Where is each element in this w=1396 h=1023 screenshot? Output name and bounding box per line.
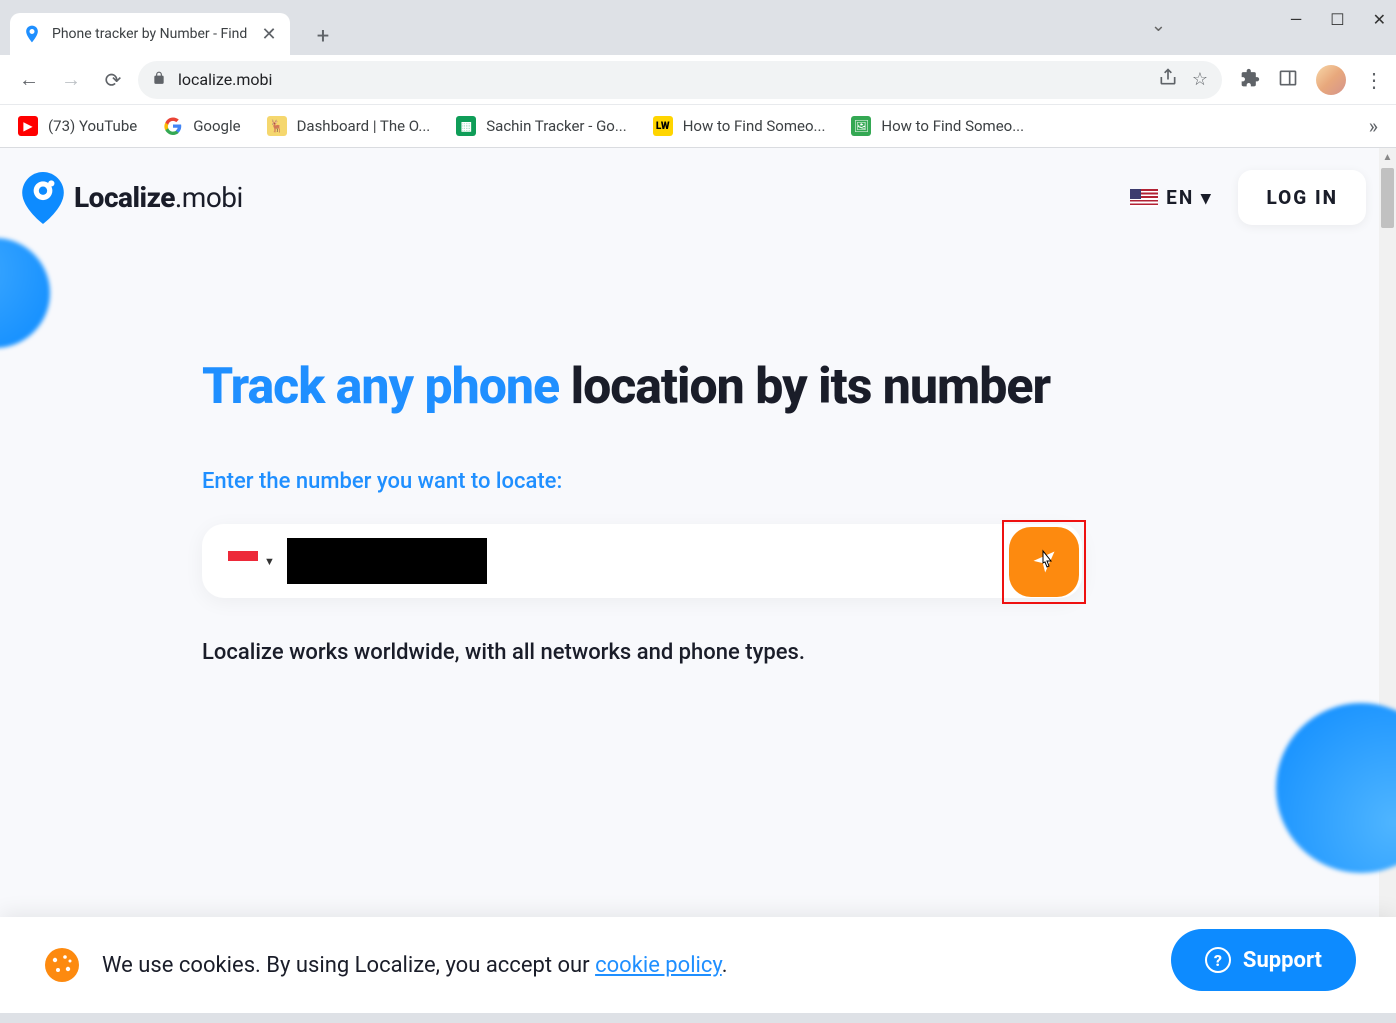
- bookmark-google[interactable]: Google: [163, 116, 240, 136]
- login-button[interactable]: LOG IN: [1238, 170, 1366, 225]
- extensions-icon[interactable]: [1240, 68, 1260, 92]
- scrollbar[interactable]: ▲ ▼: [1379, 148, 1396, 1013]
- maximize-button[interactable]: ☐: [1330, 10, 1344, 29]
- window-controls: — ☐ ✕: [1290, 10, 1386, 29]
- phone-input-group: ▼: [202, 524, 1082, 598]
- page-content: ▲ ▼ Localize.mobi EN ▾ LOG IN Track any …: [0, 148, 1396, 1013]
- bookmark-lw[interactable]: LW How to Find Someo...: [653, 116, 826, 136]
- decorative-blob: [1276, 703, 1396, 873]
- bookmark-dashboard[interactable]: 🦌 Dashboard | The O...: [267, 116, 431, 136]
- language-label: EN ▾: [1166, 186, 1212, 209]
- back-button[interactable]: ←: [12, 63, 46, 97]
- share-icon[interactable]: [1158, 67, 1178, 92]
- header-actions: EN ▾ LOG IN: [1130, 170, 1366, 225]
- url-text: localize.mobi: [178, 70, 1146, 89]
- side-panel-icon[interactable]: [1278, 68, 1298, 92]
- dashboard-icon: 🦌: [267, 116, 287, 136]
- omnibox-actions: ☆: [1158, 67, 1208, 92]
- toolbar-right: ⋮: [1240, 65, 1384, 95]
- support-label: Support: [1243, 948, 1322, 973]
- google-icon: [163, 116, 183, 136]
- flag-sg-icon: [228, 551, 258, 571]
- new-tab-button[interactable]: +: [308, 21, 338, 51]
- bookmark-label: How to Find Someo...: [683, 117, 826, 135]
- lock-icon: [152, 71, 166, 89]
- browser-toolbar: ← → ⟳ localize.mobi ☆ ⋮: [0, 55, 1396, 105]
- chevron-down-icon: ▼: [264, 555, 275, 568]
- kebab-menu-icon[interactable]: ⋮: [1364, 68, 1384, 92]
- cookie-icon: [44, 947, 80, 983]
- bookmark-sheets[interactable]: ▦ Sachin Tracker - Go...: [456, 116, 626, 136]
- lw-icon: LW: [653, 116, 673, 136]
- cookie-text-suffix: .: [722, 953, 728, 978]
- country-selector[interactable]: ▼: [228, 551, 275, 571]
- bookmarks-overflow-icon[interactable]: »: [1369, 114, 1378, 138]
- bookmark-image[interactable]: 🖼 How to Find Someo...: [851, 116, 1024, 136]
- tabs-dropdown-caret[interactable]: ⌄: [1151, 15, 1166, 36]
- cookie-text: We use cookies. By using Localize, you a…: [102, 953, 728, 978]
- sheets-icon: ▦: [456, 116, 476, 136]
- cookie-policy-link[interactable]: cookie policy: [595, 953, 722, 978]
- minimize-button[interactable]: —: [1290, 10, 1303, 29]
- hero-title-highlight: Track any phone: [202, 358, 559, 416]
- bookmark-label: (73) YouTube: [48, 117, 137, 135]
- youtube-icon: ▶: [18, 116, 38, 136]
- address-bar[interactable]: localize.mobi ☆: [138, 61, 1222, 99]
- bookmark-label: Sachin Tracker - Go...: [486, 117, 626, 135]
- phone-number-input[interactable]: [287, 538, 487, 584]
- profile-avatar[interactable]: [1316, 65, 1346, 95]
- hero-title: Track any phone location by its number: [202, 355, 1082, 419]
- tab-favicon-icon: [22, 24, 42, 44]
- locate-button[interactable]: [1009, 527, 1079, 597]
- reload-button[interactable]: ⟳: [96, 63, 130, 97]
- bookmark-label: Google: [193, 117, 240, 135]
- cursor-pointer-icon: [1037, 549, 1057, 580]
- hero-section: Track any phone location by its number E…: [202, 355, 1082, 665]
- flag-us-icon: [1130, 189, 1158, 207]
- bookmark-star-icon[interactable]: ☆: [1192, 69, 1208, 90]
- browser-tab-strip: ⌄ — ☐ ✕ Phone tracker by Number - Find ✕…: [0, 0, 1396, 55]
- bookmark-youtube[interactable]: ▶ (73) YouTube: [18, 116, 137, 136]
- site-logo[interactable]: Localize.mobi: [22, 172, 243, 224]
- site-header: Localize.mobi EN ▾ LOG IN: [0, 148, 1396, 225]
- image-icon: 🖼: [851, 116, 871, 136]
- browser-tab[interactable]: Phone tracker by Number - Find ✕: [10, 13, 290, 55]
- tab-close-icon[interactable]: ✕: [260, 25, 278, 43]
- bookmarks-bar: ▶ (73) YouTube Google 🦌 Dashboard | The …: [0, 105, 1396, 148]
- submit-highlight: [1002, 520, 1086, 604]
- input-prompt: Enter the number you want to locate:: [202, 469, 1082, 494]
- bookmark-label: How to Find Someo...: [881, 117, 1024, 135]
- bookmark-label: Dashboard | The O...: [297, 117, 431, 135]
- help-icon: ?: [1205, 947, 1231, 973]
- language-selector[interactable]: EN ▾: [1130, 186, 1212, 209]
- logo-pin-icon: [22, 172, 64, 224]
- tab-title: Phone tracker by Number - Find: [52, 26, 254, 42]
- forward-button[interactable]: →: [54, 63, 88, 97]
- support-button[interactable]: ? Support: [1171, 929, 1356, 991]
- cookie-text-prefix: We use cookies. By using Localize, you a…: [102, 953, 595, 978]
- decorative-blob: [0, 238, 50, 348]
- hero-subtext: Localize works worldwide, with all netwo…: [202, 640, 1082, 665]
- logo-text: Localize.mobi: [74, 181, 243, 214]
- close-window-button[interactable]: ✕: [1373, 10, 1386, 29]
- hero-title-rest: location by its number: [559, 358, 1050, 416]
